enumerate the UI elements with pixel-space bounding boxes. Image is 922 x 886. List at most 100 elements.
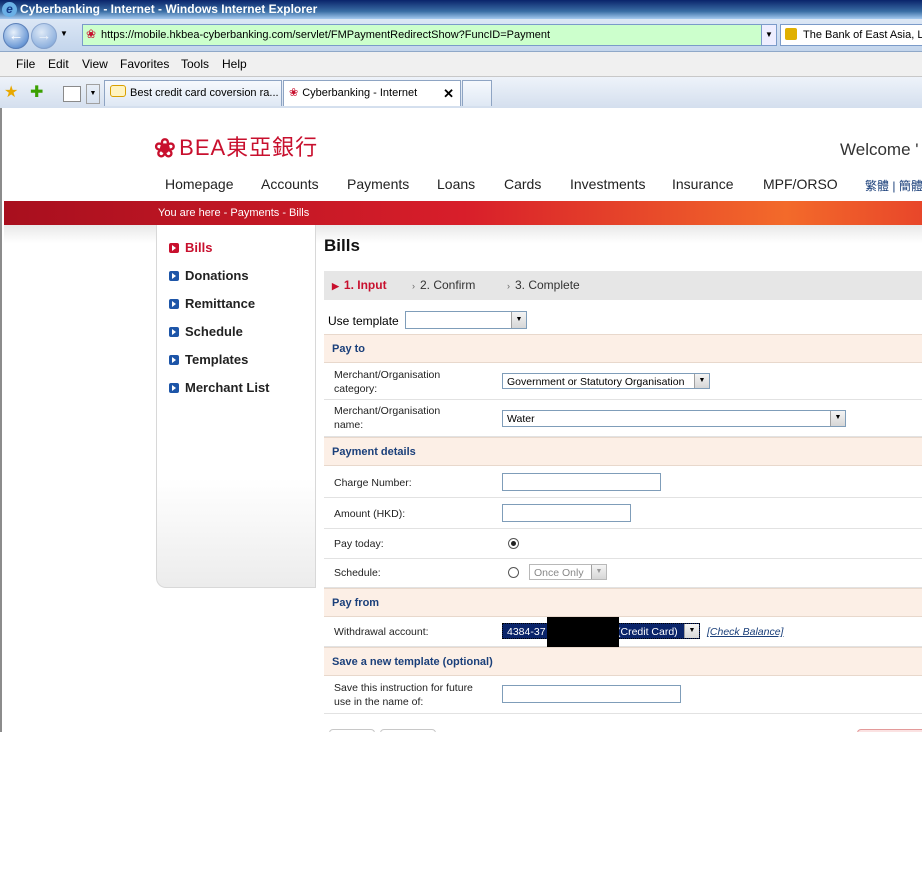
address-dropdown-icon[interactable]: ▼ <box>761 25 776 45</box>
amount-label: Amount (HKD): <box>334 508 406 520</box>
row-save-instruction: Save this instruction for future use in … <box>324 676 922 714</box>
pay-today-label: Pay today: <box>334 538 384 550</box>
window-title: Cyberbanking - Internet - Windows Intern… <box>20 2 318 16</box>
charge-number-label: Charge Number: <box>334 477 412 489</box>
certificate-owner: The Bank of East Asia, Li <box>803 29 922 41</box>
dropdown-arrow-icon: ▼ <box>591 565 606 579</box>
dropdown-arrow-icon: ▼ <box>684 624 699 638</box>
use-template-label: Use template <box>328 314 399 328</box>
tab-bar: ★ ✚ ▼ Best credit card coversion ra... ❀… <box>0 77 922 109</box>
arrow-bullet-icon <box>169 271 179 281</box>
nav-insurance[interactable]: Insurance <box>672 176 733 192</box>
template-name-input[interactable] <box>502 685 681 703</box>
section-payment-details: Payment details <box>324 437 922 466</box>
row-charge-number: Charge Number: <box>324 466 922 498</box>
address-url: https://mobile.hkbea-cyberbanking.com/se… <box>101 29 551 41</box>
nav-cards[interactable]: Cards <box>504 176 541 192</box>
section-pay-to: Pay to <box>324 334 922 363</box>
add-favorite-icon[interactable]: ✚ <box>30 82 43 102</box>
step-arrow-icon: ▶ <box>332 281 339 291</box>
row-merchant-category: Merchant/Organisation category: Governme… <box>324 363 922 400</box>
use-template-select[interactable]: ▼ <box>405 311 527 329</box>
menu-help[interactable]: Help <box>222 52 247 76</box>
tab-list-dropdown-icon[interactable]: ▼ <box>86 84 100 104</box>
arrow-bullet-icon <box>169 299 179 309</box>
history-dropdown-icon[interactable]: ▼ <box>60 29 68 38</box>
lang-traditional-chinese[interactable]: 繁體 <box>865 179 889 193</box>
section-save-template: Save a new template (optional) <box>324 647 922 676</box>
breadcrumb-bar: You are here - Payments - Bills <box>4 201 922 225</box>
browser-navigation-bar: ← → ▼ ❀ https://mobile.hkbea-cyberbankin… <box>0 19 922 52</box>
arrow-bullet-icon <box>169 383 179 393</box>
save-instruction-label: Save this instruction for future use in … <box>334 682 473 708</box>
new-tab-button[interactable] <box>462 80 492 106</box>
blank-area <box>0 732 922 886</box>
back-arrow-icon[interactable]: ← <box>3 23 29 49</box>
merchant-name-select[interactable]: Water ▼ <box>502 410 846 427</box>
dropdown-arrow-icon: ▼ <box>511 312 526 328</box>
dropdown-arrow-icon: ▼ <box>830 411 845 426</box>
arrow-bullet-icon <box>169 355 179 365</box>
left-menu-merchant-list[interactable]: Merchant List <box>169 380 270 395</box>
menu-favorites[interactable]: Favorites <box>120 52 169 76</box>
left-menu-remittance[interactable]: Remittance <box>169 296 255 311</box>
nav-homepage[interactable]: Homepage <box>165 176 234 192</box>
address-bar[interactable]: ❀ https://mobile.hkbea-cyberbanking.com/… <box>82 24 777 46</box>
ie-logo-icon: e <box>2 2 17 17</box>
pay-today-radio[interactable] <box>508 538 519 549</box>
section-pay-from: Pay from <box>324 588 922 617</box>
security-certificate-indicator[interactable]: The Bank of East Asia, Li <box>780 24 922 46</box>
lang-simplified-chinese[interactable]: 簡體 <box>899 179 922 193</box>
nav-payments[interactable]: Payments <box>347 176 409 192</box>
page-title: Bills <box>324 236 360 255</box>
step-arrow-icon: › <box>507 281 510 291</box>
row-withdrawal-account: Withdrawal account: 4384-37 (Credit Card… <box>324 617 922 649</box>
schedule-radio[interactable] <box>508 567 519 578</box>
arrow-bullet-icon <box>169 243 179 253</box>
breadcrumb: You are here - Payments - Bills <box>158 207 310 219</box>
merchant-name-label: Merchant/Organisation name: <box>334 405 441 431</box>
speech-bubble-icon <box>110 85 126 97</box>
schedule-frequency-select[interactable]: Once Only ▼ <box>529 564 607 580</box>
bea-logo[interactable]: ❀ BEA東亞銀行 <box>154 130 318 164</box>
nav-investments[interactable]: Investments <box>570 176 645 192</box>
merchant-category-select[interactable]: Government or Statutory Organisation ▼ <box>502 373 710 389</box>
step-confirm: › 2. Confirm <box>412 278 476 292</box>
amount-input[interactable] <box>502 504 631 522</box>
left-menu-schedule[interactable]: Schedule <box>169 324 243 339</box>
nav-accounts[interactable]: Accounts <box>261 176 319 192</box>
lock-icon <box>785 28 797 40</box>
tab-best-credit-card[interactable]: Best credit card coversion ra... <box>104 80 282 106</box>
dropdown-arrow-icon: ▼ <box>694 374 709 388</box>
step-complete: › 3. Complete <box>507 278 580 292</box>
menu-view[interactable]: View <box>82 52 108 76</box>
web-page: ❀ BEA東亞銀行 Welcome ' Homepage Accounts Pa… <box>0 108 922 732</box>
tab-label: Best credit card coversion ra... <box>130 87 279 99</box>
left-menu-bills[interactable]: Bills <box>169 240 213 255</box>
left-menu-donations[interactable]: Donations <box>169 268 249 283</box>
favorites-star-icon[interactable]: ★ <box>4 82 18 102</box>
forward-arrow-icon[interactable]: → <box>31 23 57 49</box>
menu-edit[interactable]: Edit <box>48 52 69 76</box>
bea-logo-text: BEA東亞銀行 <box>179 135 319 160</box>
withdrawal-account-label: Withdrawal account: <box>334 626 429 638</box>
menu-bar: File Edit View Favorites Tools Help <box>0 52 922 77</box>
bea-favicon-icon: ❀ <box>86 27 97 41</box>
step-arrow-icon: › <box>412 281 415 291</box>
close-tab-icon[interactable]: ✕ <box>443 81 454 106</box>
check-balance-link[interactable]: [Check Balance] <box>707 626 783 638</box>
menu-file[interactable]: File <box>16 52 35 76</box>
quick-tabs-icon[interactable] <box>63 86 81 102</box>
bea-favicon-icon: ❀ <box>289 87 299 99</box>
menu-tools[interactable]: Tools <box>181 52 209 76</box>
language-links: 繁體 | 簡體 <box>865 179 922 193</box>
tab-cyberbanking[interactable]: ❀ Cyberbanking - Internet ✕ <box>283 80 461 106</box>
left-menu-templates[interactable]: Templates <box>169 352 248 367</box>
window-title-bar: e Cyberbanking - Internet - Windows Inte… <box>0 0 922 19</box>
nav-mpf-orso[interactable]: MPF/ORSO <box>763 176 838 192</box>
step-input: ▶ 1. Input <box>332 278 387 292</box>
nav-loans[interactable]: Loans <box>437 176 475 192</box>
redacted-account-number <box>547 617 619 649</box>
charge-number-input[interactable] <box>502 473 661 491</box>
bea-emblem-icon: ❀ <box>154 133 176 163</box>
